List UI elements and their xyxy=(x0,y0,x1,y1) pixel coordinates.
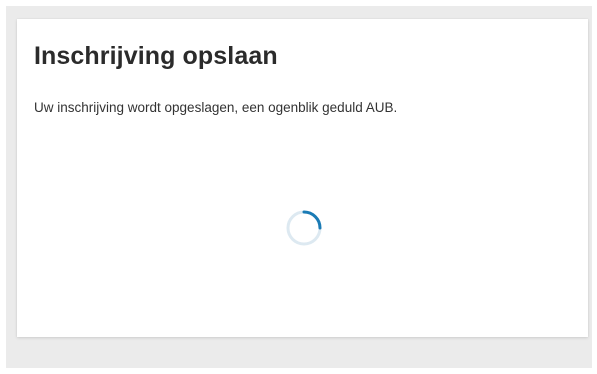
dialog-title: Inschrijving opslaan xyxy=(34,42,278,70)
dialog-message: Uw inschrijving wordt opgeslagen, een og… xyxy=(34,100,398,115)
loading-spinner-icon xyxy=(285,209,323,247)
saving-dialog: Inschrijving opslaan Uw inschrijving wor… xyxy=(17,19,588,337)
spinner-arc xyxy=(302,210,322,230)
page-background: Inschrijving opslaan Uw inschrijving wor… xyxy=(6,6,592,368)
